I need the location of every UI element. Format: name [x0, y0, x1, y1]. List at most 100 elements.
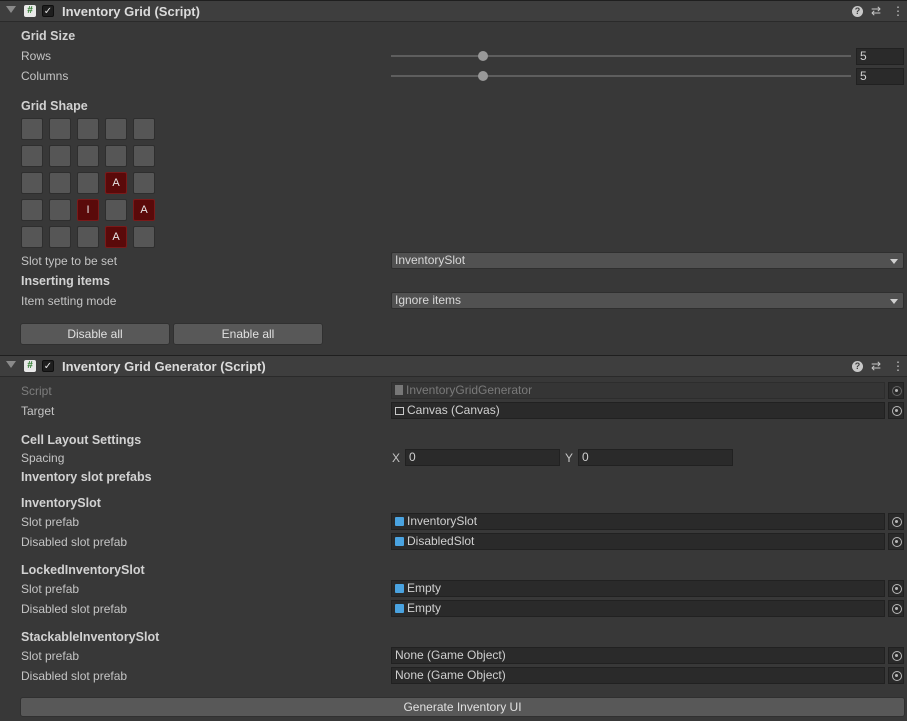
prefab-icon	[395, 604, 404, 613]
slot-prefab-field[interactable]: None (Game Object)	[391, 647, 885, 664]
script-label: Script	[21, 384, 52, 398]
component-enabled-checkbox[interactable]: ✓	[42, 5, 54, 17]
disabled-slot-prefab-value: Empty	[407, 601, 442, 615]
grid-cell[interactable]	[21, 199, 43, 221]
slot-type-value: InventorySlot	[395, 253, 466, 267]
grid-cell[interactable]: I	[77, 199, 99, 221]
columns-slider[interactable]	[391, 75, 851, 77]
grid-cell[interactable]	[105, 199, 127, 221]
generate-inventory-ui-button[interactable]: Generate Inventory UI	[20, 697, 905, 717]
rows-slider-handle[interactable]	[478, 51, 488, 61]
grid-cell[interactable]	[49, 172, 71, 194]
slot-type-label: Slot type to be set	[21, 254, 118, 268]
spacing-y-input[interactable]: 0	[578, 449, 733, 466]
spacing-x-label: X	[392, 451, 401, 465]
slot-prefab-value: None (Game Object)	[395, 648, 506, 662]
slot-group-heading: StackableInventorySlot	[21, 630, 160, 644]
disabled-slot-prefab-field[interactable]: DisabledSlot	[391, 533, 885, 550]
component-enabled-checkbox[interactable]: ✓	[42, 360, 54, 372]
slot-prefab-field[interactable]: InventorySlot	[391, 513, 885, 530]
context-menu-icon[interactable]: ⋮	[892, 359, 904, 373]
grid-cell[interactable]	[21, 145, 43, 167]
grid-cell[interactable]	[133, 226, 155, 248]
slot-prefab-label: Slot prefab	[21, 649, 80, 663]
grid-cell[interactable]	[21, 226, 43, 248]
target-field[interactable]: Canvas (Canvas)	[391, 402, 885, 419]
slot-group-heading: InventorySlot	[21, 496, 101, 510]
spacing-x-input[interactable]: 0	[405, 449, 560, 466]
grid-cell[interactable]	[105, 118, 127, 140]
grid-cell[interactable]	[49, 145, 71, 167]
rows-label: Rows	[21, 49, 52, 63]
disabled-slot-prefab-value: DisabledSlot	[407, 534, 475, 548]
generator-header[interactable]: # ✓ Inventory Grid Generator (Script) ? …	[0, 355, 907, 377]
grid-cell[interactable]	[77, 145, 99, 167]
item-setting-mode-value: Ignore items	[395, 293, 462, 307]
disabled-slot-prefab-label: Disabled slot prefab	[21, 602, 128, 616]
component-title: Inventory Grid (Script)	[62, 4, 200, 19]
grid-cell[interactable]: A	[105, 226, 127, 248]
enable-all-button[interactable]: Enable all	[173, 323, 323, 345]
object-picker-icon	[888, 382, 904, 399]
dropdown-arrow-icon	[890, 259, 898, 264]
object-picker-icon[interactable]	[888, 513, 904, 530]
presets-icon[interactable]: ⇄	[871, 4, 881, 18]
context-menu-icon[interactable]: ⋮	[892, 4, 904, 18]
object-picker-icon[interactable]	[888, 667, 904, 684]
columns-label: Columns	[21, 69, 69, 83]
rows-input[interactable]: 5	[856, 48, 904, 65]
script-icon: #	[24, 360, 36, 372]
slot-group-heading: LockedInventorySlot	[21, 563, 145, 577]
object-picker-icon[interactable]	[888, 402, 904, 419]
component-title: Inventory Grid Generator (Script)	[62, 359, 266, 374]
slot-prefab-label: Slot prefab	[21, 515, 80, 529]
inventory-grid-header[interactable]: # ✓ Inventory Grid (Script) ? ⇄ ⋮	[0, 0, 907, 22]
disabled-slot-prefab-label: Disabled slot prefab	[21, 535, 128, 549]
target-label: Target	[21, 404, 55, 418]
item-setting-mode-dropdown[interactable]: Ignore items	[391, 292, 904, 309]
rows-slider[interactable]	[391, 55, 851, 57]
dropdown-arrow-icon	[890, 299, 898, 304]
grid-shape-heading: Grid Shape	[21, 99, 88, 113]
grid-cell[interactable]	[77, 172, 99, 194]
spacing-y-label: Y	[565, 451, 574, 465]
object-picker-icon[interactable]	[888, 600, 904, 617]
grid-cell[interactable]: A	[133, 199, 155, 221]
spacing-label: Spacing	[21, 451, 65, 465]
slot-type-dropdown[interactable]: InventorySlot	[391, 252, 904, 269]
prefab-icon	[395, 584, 404, 593]
script-file-icon	[395, 385, 403, 395]
grid-cell[interactable]	[49, 226, 71, 248]
foldout-arrow-icon[interactable]	[6, 361, 16, 368]
grid-cell[interactable]	[49, 199, 71, 221]
disabled-slot-prefab-label: Disabled slot prefab	[21, 669, 128, 683]
target-value: Canvas (Canvas)	[407, 403, 500, 417]
slot-prefab-field[interactable]: Empty	[391, 580, 885, 597]
grid-cell[interactable]: A	[105, 172, 127, 194]
grid-cell[interactable]	[105, 145, 127, 167]
object-picker-icon[interactable]	[888, 533, 904, 550]
object-picker-icon[interactable]	[888, 580, 904, 597]
help-icon[interactable]: ?	[852, 6, 863, 17]
grid-cell[interactable]	[77, 118, 99, 140]
grid-cell[interactable]	[21, 118, 43, 140]
grid-cell[interactable]	[49, 118, 71, 140]
columns-slider-handle[interactable]	[478, 71, 488, 81]
prefab-icon	[395, 517, 404, 526]
disabled-slot-prefab-field[interactable]: None (Game Object)	[391, 667, 885, 684]
grid-cell[interactable]	[133, 172, 155, 194]
grid-cell[interactable]	[77, 226, 99, 248]
object-picker-icon[interactable]	[888, 647, 904, 664]
grid-cell[interactable]	[133, 118, 155, 140]
disable-all-button[interactable]: Disable all	[20, 323, 170, 345]
help-icon[interactable]: ?	[852, 361, 863, 372]
script-value: InventoryGridGenerator	[406, 383, 533, 397]
script-field: InventoryGridGenerator	[391, 382, 885, 399]
foldout-arrow-icon[interactable]	[6, 6, 16, 13]
grid-cell[interactable]	[21, 172, 43, 194]
columns-input[interactable]: 5	[856, 68, 904, 85]
grid-cell[interactable]	[133, 145, 155, 167]
presets-icon[interactable]: ⇄	[871, 359, 881, 373]
disabled-slot-prefab-field[interactable]: Empty	[391, 600, 885, 617]
slot-prefab-label: Slot prefab	[21, 582, 80, 596]
